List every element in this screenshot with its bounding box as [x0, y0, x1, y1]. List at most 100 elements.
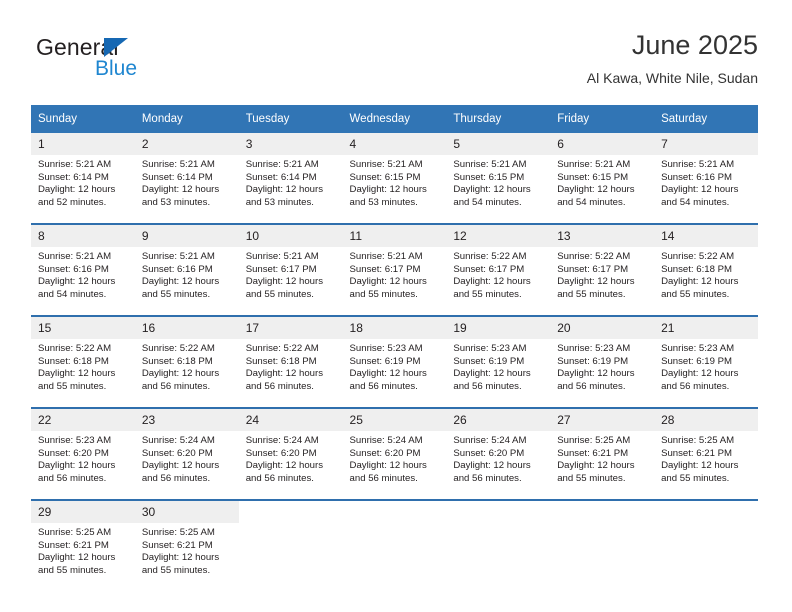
day-details: Sunrise: 5:23 AM Sunset: 6:19 PM Daylight:… — [550, 339, 654, 393]
day-details: Sunrise: 5:23 AM Sunset: 6:19 PM Daylight:… — [654, 339, 758, 393]
calendar-day-cell[interactable]: 2 Sunrise: 5:21 AM Sunset: 6:14 PM Daylight… — [134, 133, 239, 224]
sunrise-text: Sunrise: 5:23 AM — [38, 435, 112, 446]
day-cell-inner: 11 Sunrise: 5:21 AM Sunset: 6:17 PM Dayligh… — [342, 225, 447, 315]
sunset-text: Sunset: 6:19 PM — [349, 355, 421, 367]
daylight-text-line2: and 55 minutes. — [557, 472, 626, 484]
day-number: 5 — [446, 133, 551, 155]
sunset-text: Sunset: 6:18 PM — [245, 355, 317, 367]
daylight-text-line2: and 56 minutes. — [661, 380, 730, 392]
day-details: Sunrise: 5:21 AM Sunset: 6:14 PM Daylight:… — [31, 155, 135, 209]
sunset-text: Sunset: 6:15 PM — [453, 171, 525, 183]
sunrise-text: Sunrise: 5:23 AM — [557, 343, 631, 354]
calendar-day-cell[interactable]: 24 Sunrise: 5:24 AM Sunset: 6:20 PM Dayligh… — [238, 407, 343, 500]
day-number: 28 — [654, 409, 758, 431]
sunset-text: Sunset: 6:20 PM — [141, 447, 213, 459]
daylight-text-line1: Daylight: 12 hours — [557, 276, 635, 288]
weekday-header-tuesday: Tuesday — [238, 105, 343, 133]
daylight-text-line1: Daylight: 12 hours — [349, 276, 427, 288]
daylight-text-line2: and 55 minutes. — [661, 288, 730, 300]
daylight-text-line2: and 55 minutes. — [38, 564, 107, 576]
calendar-day-cell[interactable]: 25 Sunrise: 5:24 AM Sunset: 6:20 PM Dayligh… — [342, 407, 447, 500]
day-number: 18 — [342, 317, 447, 339]
daylight-text-line2: and 55 minutes. — [141, 288, 211, 300]
daylight-text-line1: Daylight: 12 hours — [141, 184, 220, 196]
calendar-week-row: 22 Sunrise: 5:23 AM Sunset: 6:20 PM Dayligh… — [31, 407, 758, 500]
sunset-text: Sunset: 6:18 PM — [141, 355, 213, 367]
calendar-day-cell[interactable]: 18 Sunrise: 5:23 AM Sunset: 6:19 PM Dayligh… — [342, 315, 447, 408]
sunrise-text: Sunrise: 5:21 AM — [557, 159, 631, 170]
calendar-day-cell[interactable]: 11 Sunrise: 5:21 AM Sunset: 6:17 PM Dayligh… — [342, 223, 447, 316]
day-number: 30 — [134, 501, 239, 523]
day-number: 22 — [31, 409, 135, 431]
day-cell-inner — [550, 501, 654, 591]
calendar-day-cell[interactable]: 1 Sunrise: 5:21 AM Sunset: 6:14 PM Daylight… — [31, 133, 135, 224]
day-details: Sunrise: 5:21 AM Sunset: 6:17 PM Daylight:… — [343, 247, 447, 301]
day-cell-inner: 19 Sunrise: 5:23 AM Sunset: 6:19 PM Dayligh… — [446, 317, 551, 407]
sunset-text: Sunset: 6:19 PM — [453, 355, 525, 367]
day-cell-inner: 16 Sunrise: 5:22 AM Sunset: 6:18 PM Dayligh… — [134, 317, 239, 407]
day-number: 26 — [446, 409, 551, 431]
day-number: 11 — [342, 225, 447, 247]
daylight-text-line2: and 56 minutes. — [141, 380, 211, 392]
calendar-day-cell[interactable]: 12 Sunrise: 5:22 AM Sunset: 6:17 PM Dayligh… — [446, 223, 551, 316]
calendar-day-cell[interactable]: 4 Sunrise: 5:21 AM Sunset: 6:15 PM Daylight… — [342, 133, 447, 224]
calendar-day-cell[interactable]: 6 Sunrise: 5:21 AM Sunset: 6:15 PM Daylight… — [550, 133, 655, 224]
day-cell-inner — [239, 501, 343, 591]
calendar-day-cell[interactable]: 22 Sunrise: 5:23 AM Sunset: 6:20 PM Dayligh… — [31, 407, 135, 500]
day-number: 23 — [134, 409, 239, 431]
daylight-text-line2: and 56 minutes. — [38, 472, 107, 484]
logo-text-blue: Blue — [95, 57, 138, 80]
sunset-text: Sunset: 6:17 PM — [349, 263, 421, 275]
day-cell-inner: 1 Sunrise: 5:21 AM Sunset: 6:14 PM Daylight… — [31, 133, 135, 223]
daylight-text-line1: Daylight: 12 hours — [141, 460, 220, 472]
calendar-day-cell[interactable]: 7 Sunrise: 5:21 AM Sunset: 6:16 PM Daylight… — [654, 133, 758, 224]
daylight-text-line1: Daylight: 12 hours — [453, 276, 531, 288]
day-details: Sunrise: 5:25 AM Sunset: 6:21 PM Daylight:… — [654, 431, 758, 485]
calendar-day-cell[interactable]: 3 Sunrise: 5:21 AM Sunset: 6:14 PM Daylight… — [238, 133, 343, 224]
calendar-body: 1 Sunrise: 5:21 AM Sunset: 6:14 PM Daylight… — [31, 133, 758, 591]
logo[interactable]: General Blue — [36, 34, 266, 96]
daylight-text-line1: Daylight: 12 hours — [141, 276, 220, 288]
calendar-day-cell[interactable]: 19 Sunrise: 5:23 AM Sunset: 6:19 PM Dayligh… — [446, 315, 551, 408]
calendar-day-cell[interactable]: 30 Sunrise: 5:25 AM Sunset: 6:21 PM Dayligh… — [134, 499, 239, 591]
day-number: 3 — [238, 133, 343, 155]
sunset-text: Sunset: 6:21 PM — [38, 539, 109, 551]
calendar-day-cell[interactable]: 28 Sunrise: 5:25 AM Sunset: 6:21 PM Dayligh… — [654, 407, 758, 500]
daylight-text-line2: and 56 minutes. — [245, 380, 314, 392]
day-cell-inner: 29 Sunrise: 5:25 AM Sunset: 6:21 PM Dayligh… — [31, 501, 135, 591]
day-details: Sunrise: 5:22 AM Sunset: 6:18 PM Daylight:… — [135, 339, 239, 393]
calendar-day-cell[interactable]: 27 Sunrise: 5:25 AM Sunset: 6:21 PM Dayligh… — [550, 407, 655, 500]
calendar-day-cell[interactable]: 8 Sunrise: 5:21 AM Sunset: 6:16 PM Daylight… — [31, 223, 135, 316]
calendar-day-cell[interactable]: 17 Sunrise: 5:22 AM Sunset: 6:18 PM Dayligh… — [238, 315, 343, 408]
sunrise-text: Sunrise: 5:22 AM — [453, 251, 527, 262]
calendar-day-cell[interactable]: 29 Sunrise: 5:25 AM Sunset: 6:21 PM Dayligh… — [31, 499, 135, 591]
daylight-text-line1: Daylight: 12 hours — [453, 368, 531, 380]
calendar-day-cell[interactable]: 20 Sunrise: 5:23 AM Sunset: 6:19 PM Dayligh… — [550, 315, 655, 408]
sunset-text: Sunset: 6:19 PM — [661, 355, 732, 367]
sunset-text: Sunset: 6:21 PM — [661, 447, 732, 459]
calendar-day-cell[interactable]: 14 Sunrise: 5:22 AM Sunset: 6:18 PM Dayligh… — [654, 223, 758, 316]
calendar-day-cell[interactable]: 10 Sunrise: 5:21 AM Sunset: 6:17 PM Dayligh… — [238, 223, 343, 316]
calendar-day-cell[interactable]: 5 Sunrise: 5:21 AM Sunset: 6:15 PM Daylight… — [446, 133, 551, 224]
day-details: Sunrise: 5:23 AM Sunset: 6:19 PM Daylight:… — [343, 339, 447, 393]
calendar-day-cell[interactable]: 23 Sunrise: 5:24 AM Sunset: 6:20 PM Dayligh… — [134, 407, 239, 500]
day-cell-inner: 9 Sunrise: 5:21 AM Sunset: 6:16 PM Daylight… — [134, 225, 239, 315]
sunrise-text: Sunrise: 5:25 AM — [141, 527, 215, 538]
calendar-day-cell[interactable]: 16 Sunrise: 5:22 AM Sunset: 6:18 PM Dayligh… — [134, 315, 239, 408]
day-details: Sunrise: 5:21 AM Sunset: 6:17 PM Daylight:… — [239, 247, 343, 301]
sunrise-text: Sunrise: 5:23 AM — [453, 343, 527, 354]
day-cell-inner: 18 Sunrise: 5:23 AM Sunset: 6:19 PM Dayligh… — [342, 317, 447, 407]
calendar-day-cell[interactable]: 9 Sunrise: 5:21 AM Sunset: 6:16 PM Daylight… — [134, 223, 239, 316]
day-details: Sunrise: 5:21 AM Sunset: 6:16 PM Daylight:… — [654, 155, 758, 209]
sunset-text: Sunset: 6:16 PM — [661, 171, 732, 183]
sunrise-text: Sunrise: 5:21 AM — [245, 251, 319, 262]
sunset-text: Sunset: 6:17 PM — [557, 263, 629, 275]
daylight-text-line1: Daylight: 12 hours — [453, 460, 531, 472]
calendar-day-cell[interactable]: 21 Sunrise: 5:23 AM Sunset: 6:19 PM Dayligh… — [654, 315, 758, 408]
calendar-day-cell[interactable]: 13 Sunrise: 5:22 AM Sunset: 6:17 PM Dayligh… — [550, 223, 655, 316]
day-details: Sunrise: 5:21 AM Sunset: 6:16 PM Daylight:… — [31, 247, 135, 301]
sunrise-text: Sunrise: 5:22 AM — [661, 251, 735, 262]
sunrise-text: Sunrise: 5:24 AM — [453, 435, 527, 446]
calendar-day-cell[interactable]: 15 Sunrise: 5:22 AM Sunset: 6:18 PM Dayligh… — [31, 315, 135, 408]
calendar-day-cell[interactable]: 26 Sunrise: 5:24 AM Sunset: 6:20 PM Dayligh… — [446, 407, 551, 500]
